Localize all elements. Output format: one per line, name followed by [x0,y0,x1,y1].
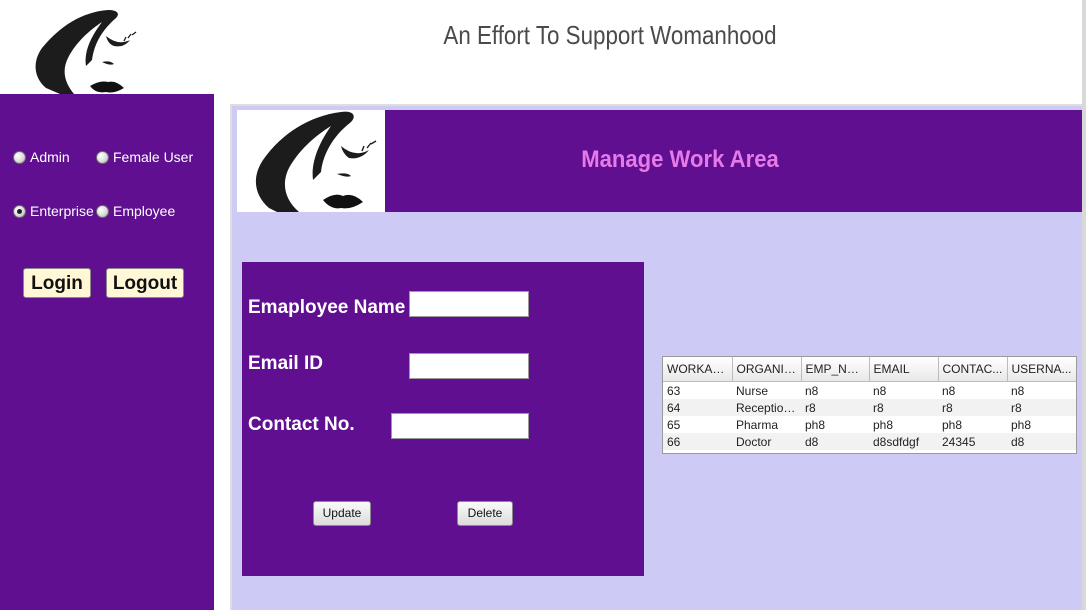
table-cell: Doctor [732,433,801,450]
column-header[interactable]: ORGANIZ... [732,357,802,382]
table-cell: d8 [801,433,869,450]
logout-button[interactable]: Logout [106,268,184,298]
radio-icon [96,204,109,218]
radio-icon [13,150,26,164]
table-row[interactable]: 65 Pharma ph8 ph8 ph8 ph8 [663,416,1076,433]
work-area-table[interactable]: WORKAR... ORGANIZ... EMP_NAME EMAIL CONT… [662,356,1077,454]
table-cell: Pharma [736,417,779,432]
update-button[interactable]: Update [313,501,371,526]
column-header[interactable]: WORKAR... [663,357,733,382]
table-cell: n8 [805,383,819,398]
login-button[interactable]: Login [23,268,91,298]
role-label-female-user: Female User [113,149,194,165]
table-cell: 63 [667,383,681,398]
role-radio-female-user[interactable]: Female User [96,149,193,165]
table-cell: Nurse [736,383,769,398]
table-cell: 66 [663,433,732,450]
table-cell: n8 [873,383,887,398]
sidebar [0,94,214,610]
woman-face-logo-icon [237,110,385,212]
table-cell: Reception... [732,399,801,416]
contact-input[interactable] [391,413,529,439]
app-title: An Effort To Support Womanhood [443,20,777,50]
table-cell: r8 [1007,399,1076,416]
table-row[interactable]: 66 Doctor d8 d8sdfdgf 24345 d8 [663,433,1076,450]
table-cell: 65 [667,417,681,432]
table-cell: 24345 [938,433,1007,450]
table-cell: ph8 [942,417,963,432]
role-radio-enterprise[interactable]: Enterprise [13,203,94,219]
column-header[interactable]: USERNA... [1007,357,1076,382]
table-cell: r8 [801,399,869,416]
radio-checked-icon [13,204,26,218]
radio-icon [96,150,109,164]
email-label: Email ID [248,353,323,374]
column-header[interactable]: EMP_NAME [801,357,870,382]
table-cell: n8 [942,383,956,398]
table-row[interactable]: 64 Reception... r8 r8 r8 r8 [663,399,1076,416]
window-border [1082,0,1086,610]
table-cell: d8sdfdgf [869,433,938,450]
table-cell: ph8 [1011,417,1032,432]
role-radio-employee[interactable]: Employee [96,203,175,219]
column-header[interactable]: EMAIL [869,357,939,382]
email-input[interactable] [409,353,529,379]
table-cell: ph8 [873,417,894,432]
table-cell: ph8 [805,417,826,432]
role-label-employee: Employee [113,203,176,219]
table-row[interactable]: 63 Nurse n8 n8 n8 n8 [663,382,1076,400]
role-radio-admin[interactable]: Admin [13,149,70,165]
table-cell: r8 [938,399,1007,416]
role-label-enterprise: Enterprise [30,203,94,219]
table-header-row: WORKAR... ORGANIZ... EMP_NAME EMAIL CONT… [663,357,1076,382]
table-cell: d8 [1007,433,1076,450]
page-title: Manage Work Area [581,146,779,173]
employee-name-label: Emaployee Name [248,297,406,318]
contact-label: Contact No. [248,414,355,435]
table-cell: 64 [663,399,732,416]
column-header[interactable]: CONTAC... [938,357,1008,382]
woman-face-logo-icon [30,8,142,94]
role-label-admin: Admin [30,149,70,165]
table-cell: n8 [1011,383,1025,398]
delete-button[interactable]: Delete [457,501,513,526]
employee-name-input[interactable] [409,291,529,317]
table-cell: r8 [869,399,938,416]
